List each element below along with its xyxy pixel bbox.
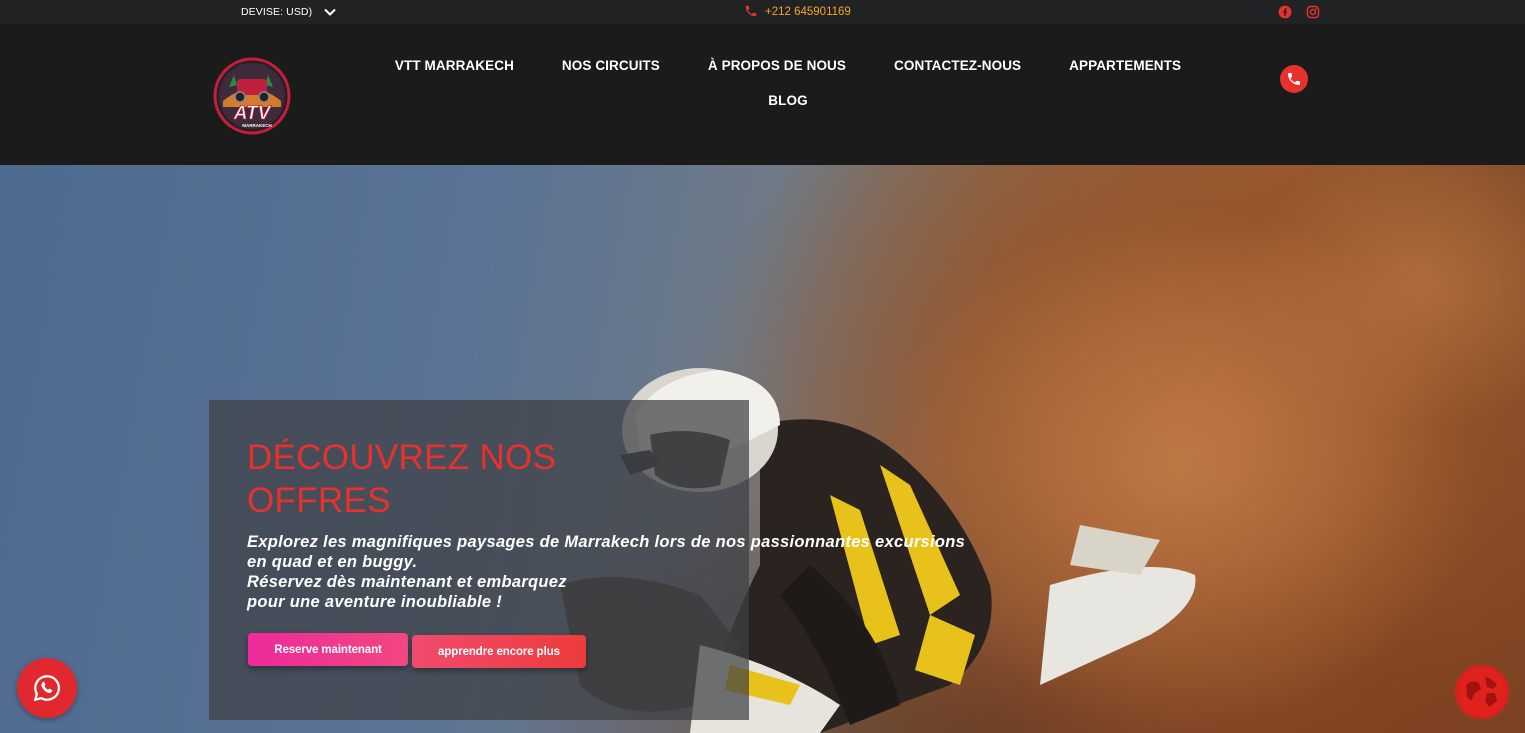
logo-subtext: MARRAKECH [242, 123, 272, 128]
currency-label: DEVISE: USD) [241, 6, 313, 18]
offer-title: DÉCOUVREZ NOS OFFRES [247, 436, 647, 522]
reserve-now-button[interactable]: Reserve maintenant [248, 633, 408, 666]
nav-item-contact[interactable]: CONTACTEZ-NOUS [870, 56, 1045, 76]
site-logo[interactable]: ATV MARRAKECH [211, 57, 293, 135]
social-links [1277, 4, 1320, 19]
offer-text-line: Explorez les magnifiques paysages de Mar… [247, 533, 966, 551]
offer-panel: DÉCOUVREZ NOS OFFRES Explorez les magnif… [209, 400, 965, 720]
currency-selector[interactable]: DEVISE: USD) [241, 0, 338, 24]
phone-icon [1288, 73, 1300, 85]
offer-title-line-1: DÉCOUVREZ NOS [247, 438, 557, 477]
nav-item-appartements[interactable]: APPARTEMENTS [1045, 56, 1205, 76]
nav-item-blog[interactable]: BLOG [744, 91, 831, 111]
nav-item-a-propos[interactable]: À PROPOS DE NOUS [684, 56, 870, 76]
nav-item-vtt-marrakech[interactable]: VTT MARRAKECH [371, 56, 538, 76]
top-bar: DEVISE: USD) +212 645901169 [0, 0, 1525, 24]
main-nav: VTT MARRAKECH NOS CIRCUITS À PROPOS DE N… [368, 56, 1208, 111]
nav-item-nos-circuits[interactable]: NOS CIRCUITS [538, 56, 684, 76]
offer-description: Explorez les magnifiques paysages de Mar… [247, 532, 1047, 612]
offer-text-line: Réservez dès maintenant et embarquez [247, 573, 567, 591]
whatsapp-icon [33, 675, 61, 702]
phone-icon [744, 4, 758, 21]
site-header: ATV MARRAKECH VTT MARRAKECH NOS CIRCUITS… [0, 24, 1525, 165]
instagram-icon[interactable] [1305, 4, 1320, 19]
offer-text-line: pour une aventure inoubliable ! [247, 593, 502, 611]
globe-icon [1458, 668, 1506, 716]
top-phone-number: +212 645901169 [765, 6, 851, 18]
hero-banner: DÉCOUVREZ NOS OFFRES Explorez les magnif… [0, 165, 1525, 733]
chevron-down-icon [322, 4, 338, 20]
offer-text-line: en quad et en buggy. [247, 553, 418, 571]
offer-title-line-2: OFFRES [247, 481, 391, 520]
facebook-icon[interactable] [1277, 4, 1292, 19]
whatsapp-button[interactable] [17, 658, 77, 718]
top-phone[interactable]: +212 645901169 [744, 0, 851, 24]
call-button[interactable] [1280, 65, 1308, 93]
logo-text: ATV [233, 103, 272, 124]
language-globe-button[interactable] [1455, 665, 1509, 719]
learn-more-button[interactable]: apprendre encore plus [412, 635, 586, 668]
